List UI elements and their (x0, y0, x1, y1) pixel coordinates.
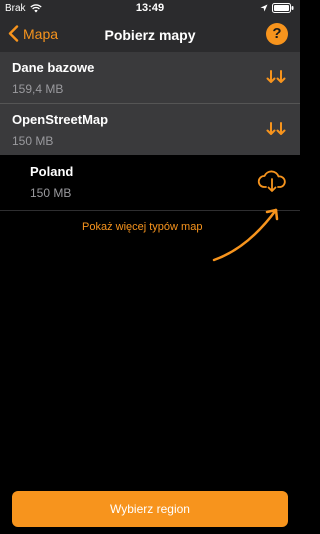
status-time: 13:49 (135, 2, 165, 14)
page-title: Pobierz mapy (104, 27, 196, 43)
status-bar: Brak 13:49 (0, 0, 300, 18)
map-item-name: Dane bazowe (12, 60, 95, 75)
map-item-name: OpenStreetMap (12, 112, 109, 127)
location-arrow-icon (260, 4, 268, 12)
country-name: Poland (30, 164, 74, 179)
double-download-arrow-icon[interactable] (266, 122, 286, 136)
status-right (260, 3, 294, 13)
map-item-size: 159,4 MB (12, 82, 64, 96)
map-item-base-data[interactable]: Dane bazowe 159,4 MB (0, 52, 300, 103)
battery-icon (272, 3, 294, 13)
cloud-download-icon[interactable] (257, 170, 287, 194)
show-more-map-types-link[interactable]: Pokaż więcej typów map (82, 221, 202, 233)
help-button[interactable]: ? (266, 23, 288, 45)
double-download-arrow-icon[interactable] (266, 70, 286, 84)
select-region-button[interactable]: Wybierz region (12, 491, 288, 527)
country-size: 150 MB (30, 186, 72, 200)
nav-bar: Mapa Pobierz mapy ? (0, 18, 300, 52)
map-item-size: 150 MB (12, 134, 54, 148)
curved-arrow-icon (212, 208, 279, 262)
map-item-openstreetmap[interactable]: OpenStreetMap 150 MB (0, 104, 300, 155)
